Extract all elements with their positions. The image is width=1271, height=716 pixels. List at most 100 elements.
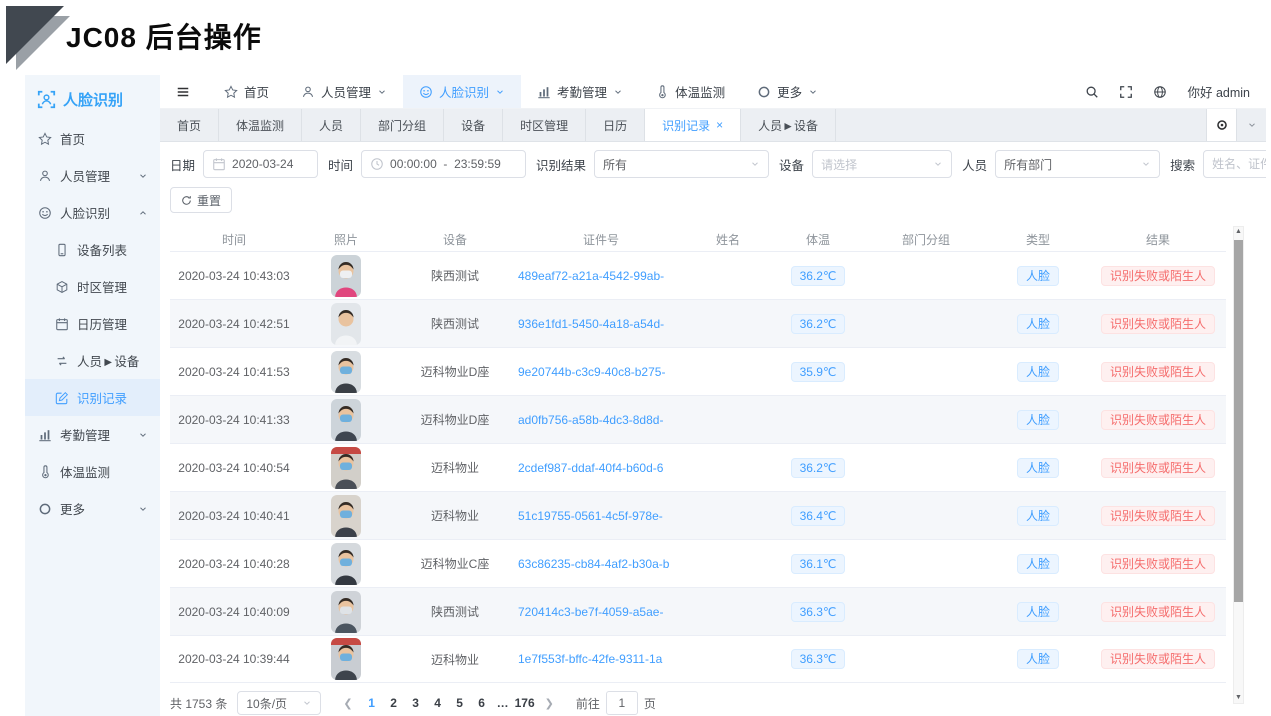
- cell-photo[interactable]: [298, 447, 394, 489]
- cell-photo[interactable]: [298, 351, 394, 393]
- cell-id-link[interactable]: 2cdef987-ddaf-40f4-b60d-6: [518, 461, 663, 475]
- scrollbar-thumb[interactable]: [1234, 240, 1243, 602]
- swap-icon: [55, 354, 69, 368]
- cell-id-link[interactable]: 9e20744b-c3c9-40c8-b275-: [518, 365, 665, 379]
- cell-device: 陕西测试: [394, 267, 516, 284]
- date-input[interactable]: [232, 157, 309, 171]
- cell-temperature: 36.2℃: [770, 266, 866, 286]
- cell-time: 2020-03-24 10:41:53: [170, 365, 298, 379]
- page-number-2[interactable]: 2: [383, 696, 405, 710]
- nav-item-人员管理[interactable]: 人员管理: [285, 75, 403, 108]
- page-number-176[interactable]: 176: [513, 696, 537, 710]
- cell-id-link[interactable]: ad0fb756-a58b-4dc3-8d8d-: [518, 413, 663, 427]
- hamburger-icon[interactable]: [160, 75, 208, 108]
- nav-item-更多[interactable]: 更多: [741, 75, 834, 108]
- close-icon[interactable]: ×: [716, 118, 723, 132]
- time-range-input[interactable]: [390, 157, 517, 171]
- tab-options-button[interactable]: [1206, 109, 1236, 141]
- cell-photo[interactable]: [298, 399, 394, 441]
- user-greeting[interactable]: 你好 admin: [1187, 82, 1250, 101]
- tab-人员[interactable]: 人员: [302, 109, 361, 141]
- vertical-scrollbar[interactable]: ▲ ▼: [1233, 226, 1244, 704]
- page-number-1[interactable]: 1: [361, 696, 383, 710]
- sidebar-item-识别记录[interactable]: 识别记录: [25, 379, 160, 416]
- tab-caret-button[interactable]: [1236, 109, 1266, 141]
- sidebar-item-时区管理[interactable]: 时区管理: [25, 268, 160, 305]
- chevron-down-icon: [1247, 120, 1257, 130]
- face-photo: [331, 399, 361, 441]
- cell-photo[interactable]: [298, 255, 394, 297]
- globe-icon[interactable]: [1153, 85, 1167, 99]
- star-icon: [38, 132, 52, 146]
- scroll-up-arrow[interactable]: ▲: [1234, 227, 1243, 237]
- chevron-down-icon: [1141, 159, 1151, 169]
- cell-time: 2020-03-24 10:40:09: [170, 605, 298, 619]
- nav-item-考勤管理[interactable]: 考勤管理: [521, 75, 639, 108]
- nav-item-人脸识别[interactable]: 人脸识别: [403, 75, 521, 108]
- next-page-button[interactable]: ❯: [537, 697, 562, 710]
- cell-photo[interactable]: [298, 591, 394, 633]
- page-caption: JC08 后台操作: [66, 16, 262, 56]
- goto-page-input[interactable]: [606, 691, 638, 715]
- cell-photo[interactable]: [298, 638, 394, 680]
- chevron-down-icon: [302, 698, 312, 708]
- sidebar: 人脸识别 首页人员管理人脸识别设备列表时区管理日历管理人员►设备识别记录考勤管理…: [25, 75, 160, 716]
- tab-时区管理[interactable]: 时区管理: [503, 109, 586, 141]
- device-select[interactable]: 请选择: [812, 150, 952, 178]
- chevron-down-icon: [808, 87, 818, 97]
- sidebar-item-人员►设备[interactable]: 人员►设备: [25, 342, 160, 379]
- tab-首页[interactable]: 首页: [160, 109, 219, 141]
- cell-photo[interactable]: [298, 303, 394, 345]
- page-number-3[interactable]: 3: [405, 696, 427, 710]
- cell-id-link[interactable]: 720414c3-be7f-4059-a5ae-: [518, 605, 663, 619]
- cell-time: 2020-03-24 10:41:33: [170, 413, 298, 427]
- cell-id-link[interactable]: 1e7f553f-bffc-42fe-9311-1a: [518, 652, 662, 666]
- app-logo-text: 人脸识别: [63, 89, 123, 110]
- search-input[interactable]: [1212, 157, 1266, 171]
- face-photo: [331, 495, 361, 537]
- scroll-down-arrow[interactable]: ▼: [1234, 693, 1243, 703]
- tab-label: 体温监测: [236, 117, 284, 134]
- result-select[interactable]: 所有: [594, 150, 769, 178]
- sidebar-item-更多[interactable]: 更多: [25, 490, 160, 527]
- tab-识别记录[interactable]: 识别记录×: [645, 109, 741, 141]
- sidebar-item-体温监测[interactable]: 体温监测: [25, 453, 160, 490]
- cell-photo[interactable]: [298, 495, 394, 537]
- tab-人员►设备[interactable]: 人员►设备: [741, 109, 836, 141]
- reset-button[interactable]: 重置: [170, 187, 232, 213]
- sidebar-item-日历管理[interactable]: 日历管理: [25, 305, 160, 342]
- prev-page-button[interactable]: ❮: [335, 697, 360, 710]
- nav-item-体温监测[interactable]: 体温监测: [639, 75, 741, 108]
- cell-id-link[interactable]: 51c19755-0561-4c5f-978e-: [518, 509, 663, 523]
- cell-id-link[interactable]: 63c86235-cb84-4af2-b30a-b: [518, 557, 669, 571]
- column-header-设备: 设备: [394, 231, 516, 248]
- cell-temperature: 36.3℃: [770, 602, 866, 622]
- page-size-select[interactable]: 10条/页: [237, 691, 321, 715]
- app-logo[interactable]: 人脸识别: [25, 83, 160, 120]
- cell-id-link[interactable]: 936e1fd1-5450-4a18-a54d-: [518, 317, 664, 331]
- fullscreen-icon[interactable]: [1119, 85, 1133, 99]
- cell-photo[interactable]: [298, 543, 394, 585]
- cell-id-link[interactable]: 489eaf72-a21a-4542-99ab-: [518, 269, 664, 283]
- page-number-5[interactable]: 5: [449, 696, 471, 710]
- chevron-down-icon: [138, 171, 148, 181]
- sidebar-item-label: 考勤管理: [60, 425, 130, 444]
- search-icon[interactable]: [1085, 85, 1099, 99]
- person-select[interactable]: 所有部门: [995, 150, 1160, 178]
- tab-日历[interactable]: 日历: [586, 109, 645, 141]
- tab-设备[interactable]: 设备: [444, 109, 503, 141]
- sidebar-item-人脸识别[interactable]: 人脸识别: [25, 194, 160, 231]
- tab-label: 人员: [319, 117, 343, 134]
- tab-体温监测[interactable]: 体温监测: [219, 109, 302, 141]
- page-number-4[interactable]: 4: [427, 696, 449, 710]
- smile-icon: [419, 85, 433, 99]
- sidebar-item-人员管理[interactable]: 人员管理: [25, 157, 160, 194]
- nav-item-首页[interactable]: 首页: [208, 75, 285, 108]
- tab-部门分组[interactable]: 部门分组: [361, 109, 444, 141]
- cell-type: 人脸: [986, 314, 1090, 334]
- goto-label: 前往: [576, 695, 600, 712]
- sidebar-item-首页[interactable]: 首页: [25, 120, 160, 157]
- page-number-6[interactable]: 6: [471, 696, 493, 710]
- sidebar-item-设备列表[interactable]: 设备列表: [25, 231, 160, 268]
- sidebar-item-考勤管理[interactable]: 考勤管理: [25, 416, 160, 453]
